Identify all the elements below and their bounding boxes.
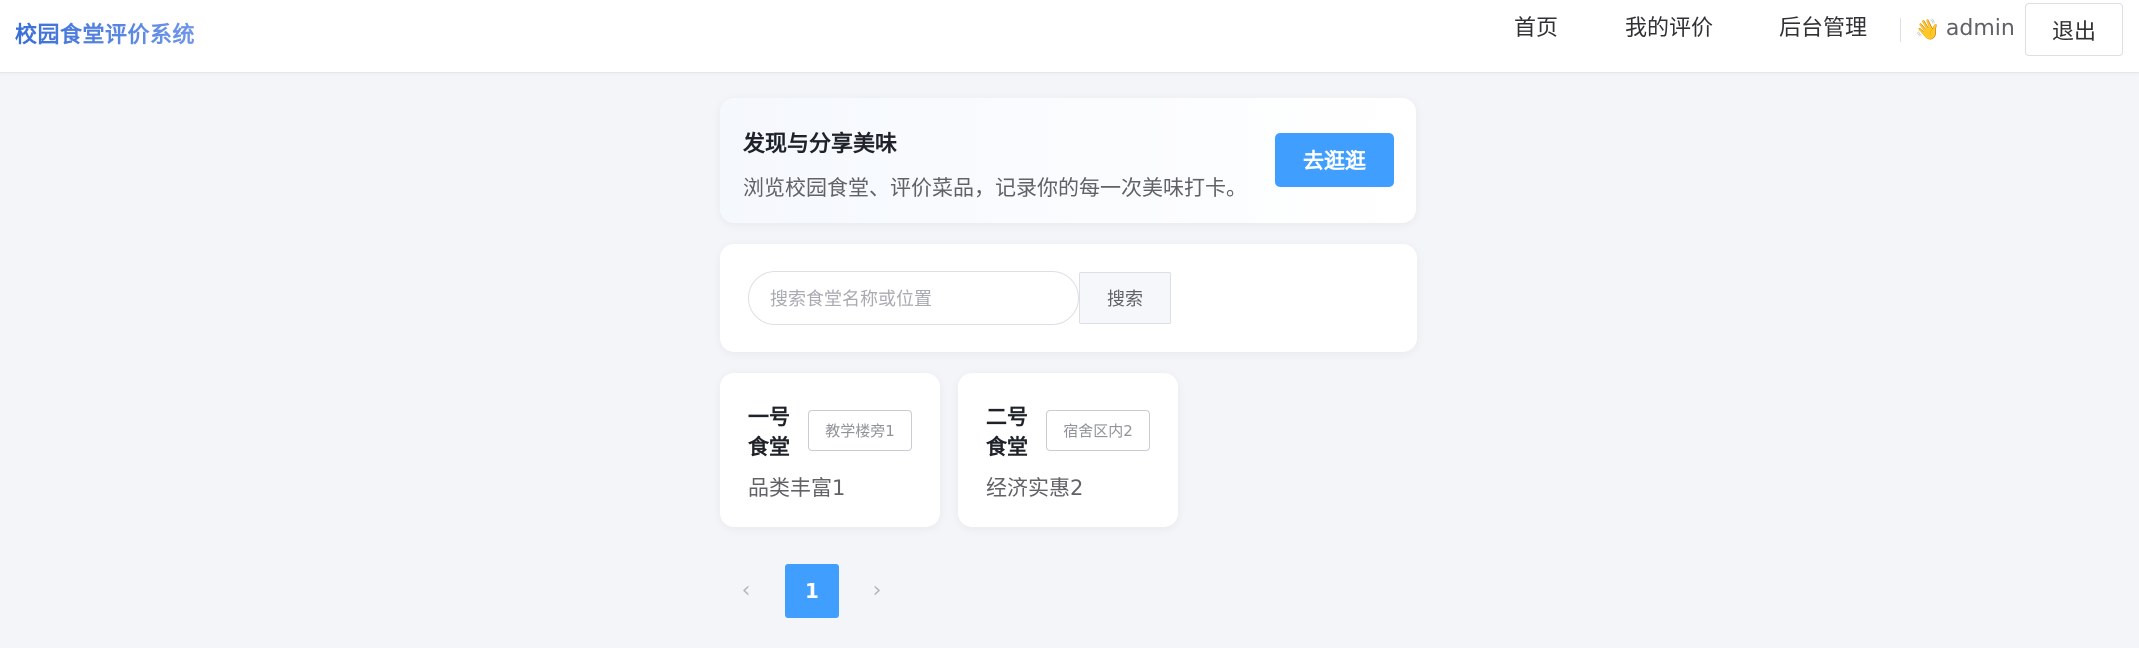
canteen-location-tag: 宿舍区内2 bbox=[1046, 410, 1150, 451]
search-panel: 搜索食堂名称或位置 搜索 bbox=[720, 244, 1417, 352]
username: admin bbox=[1945, 16, 2015, 41]
canteen-card[interactable]: 一号食堂 教学楼旁1 品类丰富1 bbox=[720, 373, 940, 527]
user-info: 👋 admin bbox=[1915, 14, 2015, 44]
top-navbar: 校园食堂评价系统 首页 我的评价 后台管理 👋 admin 退出 bbox=[0, 0, 2139, 73]
chevron-left-icon[interactable]: ‹ bbox=[736, 578, 756, 604]
canteen-name: 二号食堂 bbox=[986, 405, 1028, 459]
search-input[interactable]: 搜索食堂名称或位置 bbox=[748, 271, 1079, 325]
nav-home[interactable]: 首页 bbox=[1514, 14, 1558, 44]
canteen-description: 经济实惠2 bbox=[986, 476, 1084, 500]
hero-banner: 发现与分享美味 浏览校园食堂、评价菜品，记录你的每一次美味打卡。 去逛逛 bbox=[720, 98, 1416, 223]
search-button[interactable]: 搜索 bbox=[1079, 272, 1171, 324]
chevron-right-icon[interactable]: › bbox=[867, 578, 887, 604]
waving-hand-icon: 👋 bbox=[1915, 17, 1940, 41]
canteen-description: 品类丰富1 bbox=[748, 476, 846, 500]
canteen-card[interactable]: 二号食堂 宿舍区内2 经济实惠2 bbox=[958, 373, 1178, 527]
explore-button[interactable]: 去逛逛 bbox=[1275, 133, 1394, 187]
pagination-page-1[interactable]: 1 bbox=[785, 564, 839, 618]
hero-subtitle: 浏览校园食堂、评价菜品，记录你的每一次美味打卡。 bbox=[743, 176, 1247, 200]
logout-button[interactable]: 退出 bbox=[2025, 3, 2123, 56]
hero-title: 发现与分享美味 bbox=[743, 132, 898, 157]
app-title[interactable]: 校园食堂评价系统 bbox=[15, 17, 195, 49]
nav-my-reviews[interactable]: 我的评价 bbox=[1625, 14, 1713, 44]
canteen-name: 一号食堂 bbox=[748, 405, 790, 459]
canteen-location-tag: 教学楼旁1 bbox=[808, 410, 912, 451]
nav-divider bbox=[1900, 18, 1901, 42]
nav-admin[interactable]: 后台管理 bbox=[1779, 14, 1867, 44]
